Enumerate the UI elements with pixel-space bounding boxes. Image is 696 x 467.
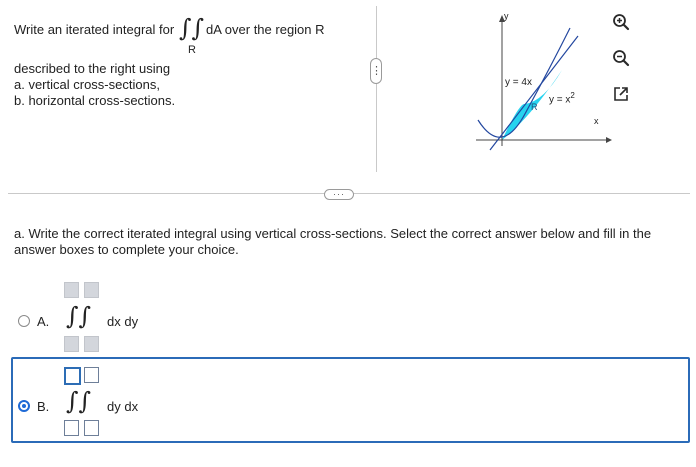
vertical-divider <box>376 6 377 172</box>
option-b-radio[interactable] <box>18 400 30 412</box>
region-subscript: R <box>188 44 196 56</box>
option-a-outer-lower-limit <box>64 336 79 352</box>
x-axis-label: x <box>594 116 599 126</box>
option-b-integral-symbol: ∫∫ <box>66 387 92 415</box>
vertical-splitter-handle[interactable]: ⋮ <box>370 58 382 84</box>
zoom-out-button[interactable] <box>611 48 631 68</box>
problem-line2: described to the right using <box>14 61 171 76</box>
region-label: R <box>531 102 538 112</box>
x-axis-arrow <box>606 137 612 143</box>
option-a-label: A. <box>37 314 50 329</box>
question-line2: answer boxes to complete your choice. <box>14 242 239 257</box>
zoom-in-icon <box>613 14 630 31</box>
popout-button[interactable] <box>611 84 631 104</box>
curve-label-exponent: 2 <box>570 91 575 100</box>
zoom-in-button[interactable] <box>611 12 631 32</box>
line-label: y = 4x <box>505 77 532 88</box>
zoom-out-icon <box>613 50 630 67</box>
option-b-outer-lower-limit-input[interactable] <box>64 420 79 436</box>
option-a-radio[interactable] <box>18 315 30 327</box>
option-a-outer-upper-limit <box>64 282 79 298</box>
problem-line4: b. horizontal cross-sections. <box>14 93 176 108</box>
problem-integrand: dA over the region R <box>206 22 325 37</box>
horizontal-splitter-handle[interactable]: ··· <box>324 189 354 200</box>
option-b-inner-upper-limit-input[interactable] <box>84 367 99 383</box>
option-a-inner-lower-limit <box>84 336 99 352</box>
double-integral-symbol: ∫∫ <box>179 14 205 42</box>
option-a-integral-symbol: ∫∫ <box>66 302 92 330</box>
option-b-outer-upper-limit-input[interactable] <box>64 367 81 385</box>
option-b-differential: dy dx <box>107 399 139 414</box>
option-b-inner-lower-limit-input[interactable] <box>84 420 99 436</box>
option-b-label: B. <box>37 399 50 414</box>
problem-line3: a. vertical cross-sections, <box>14 77 160 92</box>
problem-intro: Write an iterated integral for <box>14 22 175 37</box>
option-a-differential: dx dy <box>107 314 139 329</box>
region-graph <box>476 15 612 151</box>
question-line1: a. Write the correct iterated integral u… <box>14 226 652 241</box>
curve-label-base: y = x <box>549 94 571 106</box>
y-axis-label: y <box>504 11 509 21</box>
curve-label: y = x2 <box>549 91 575 105</box>
option-a-inner-upper-limit <box>84 282 99 298</box>
external-link-icon <box>614 87 628 101</box>
